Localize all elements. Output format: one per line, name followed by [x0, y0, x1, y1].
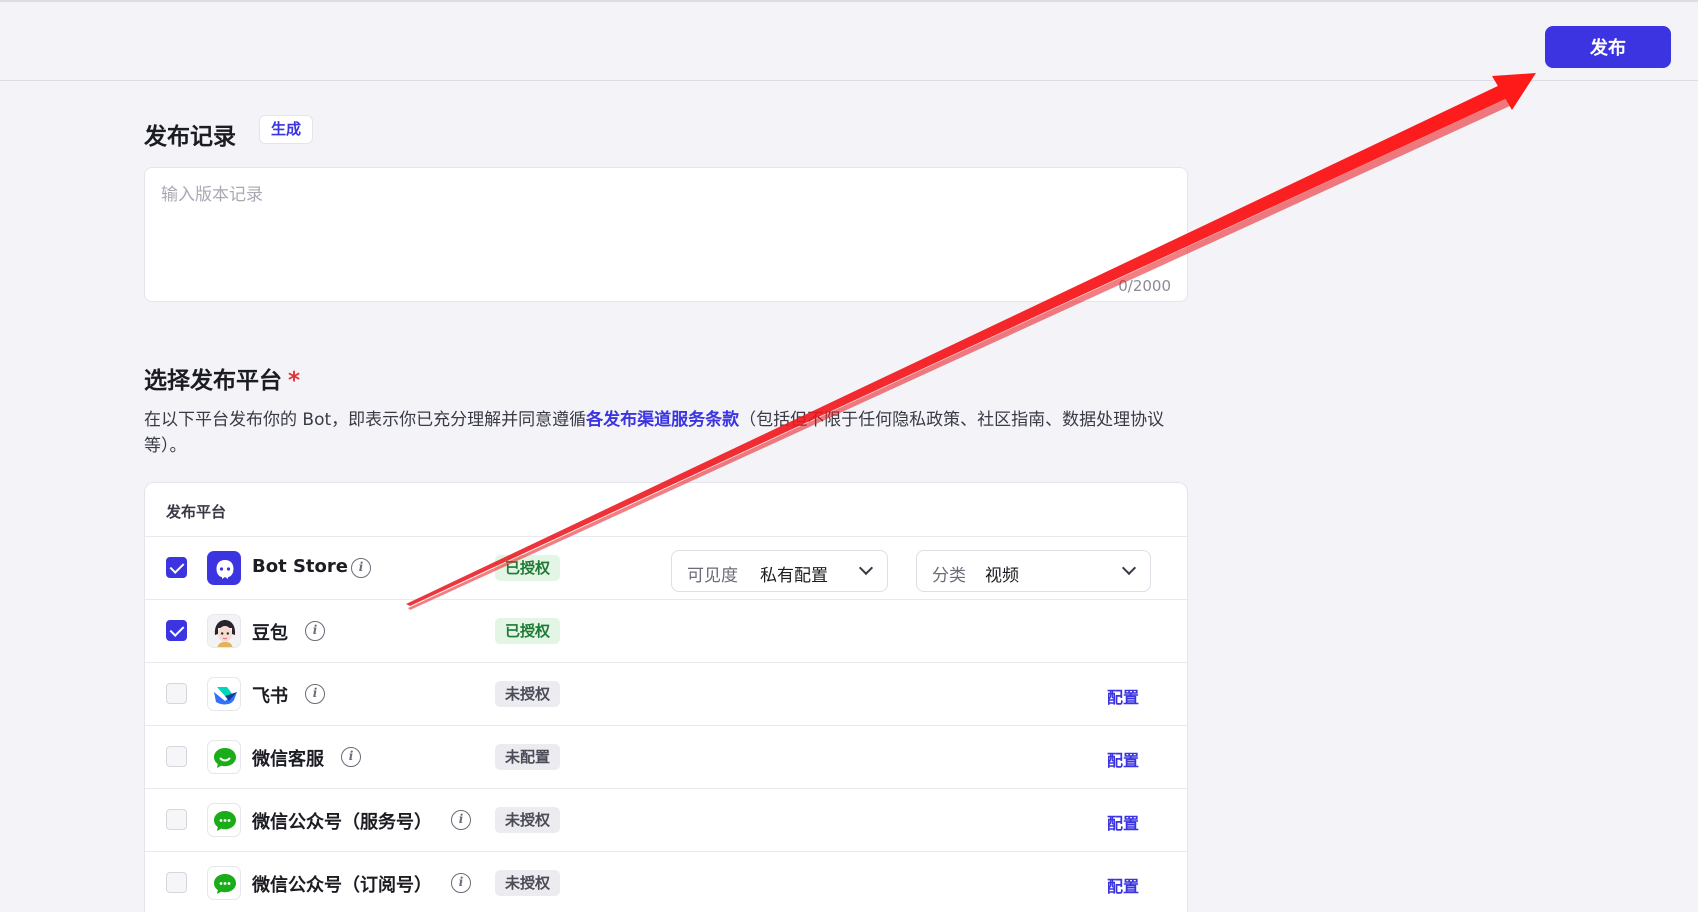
info-icon[interactable]: i [451, 810, 471, 830]
platform-name: 飞书 [252, 686, 288, 707]
version-record-box: 0/2000 [144, 167, 1188, 302]
wechat-icon [207, 866, 241, 900]
bot-store-icon [207, 551, 241, 585]
platform-checkbox[interactable] [166, 872, 187, 893]
platform-checkbox[interactable] [166, 683, 187, 704]
status-badge: 未配置 [495, 744, 561, 770]
terms-link[interactable]: 各发布渠道服务条款 [586, 410, 739, 430]
info-icon[interactable]: i [305, 621, 325, 641]
platform-name: 豆包 [252, 623, 288, 644]
platform-table: 发布平台 Bot Store i 已授权 可见度 私有配置 分类 视频 豆包 i… [144, 482, 1188, 912]
status-badge: 未授权 [495, 807, 561, 833]
configure-link[interactable]: 配置 [1107, 873, 1139, 897]
platform-row-wechat-official-subscription: 微信公众号（订阅号） i 未授权 配置 [145, 852, 1187, 912]
feishu-icon [207, 677, 241, 711]
char-counter: 0/2000 [1118, 277, 1171, 295]
publish-button[interactable]: 发布 [1545, 26, 1671, 68]
platform-checkbox[interactable] [166, 620, 187, 641]
platform-row-wechat-service: 微信客服 i 未配置 配置 [145, 726, 1187, 789]
visibility-select[interactable]: 可见度 私有配置 [671, 550, 888, 592]
chevron-down-icon [1121, 560, 1137, 576]
visibility-label: 可见度 [687, 566, 738, 586]
category-value: 视频 [985, 566, 1019, 586]
platform-section-title: 选择发布平台 * [144, 361, 300, 395]
platform-checkbox[interactable] [166, 746, 187, 767]
status-badge: 未授权 [495, 681, 561, 707]
release-record-title: 发布记录 [144, 124, 236, 150]
chevron-down-icon [858, 560, 874, 576]
platform-row-wechat-official-service: 微信公众号（服务号） i 未授权 配置 [145, 789, 1187, 852]
platform-row-feishu: 飞书 i 未授权 配置 [145, 663, 1187, 726]
wechat-icon [207, 740, 241, 774]
info-icon[interactable]: i [341, 747, 361, 767]
info-icon[interactable]: i [351, 558, 371, 578]
required-mark: * [288, 368, 301, 394]
platform-name: Bot Store [252, 556, 348, 577]
visibility-value: 私有配置 [760, 566, 828, 586]
platform-checkbox[interactable] [166, 809, 187, 830]
platform-section-title-text: 选择发布平台 [144, 368, 282, 394]
configure-link[interactable]: 配置 [1107, 684, 1139, 708]
info-icon[interactable]: i [305, 684, 325, 704]
table-header: 发布平台 [145, 483, 1187, 537]
status-badge: 已授权 [495, 618, 561, 644]
platform-checkbox[interactable] [166, 557, 187, 578]
status-badge: 已授权 [495, 555, 561, 581]
generate-button[interactable]: 生成 [259, 115, 314, 144]
platform-row-bot-store: Bot Store i 已授权 可见度 私有配置 分类 视频 [145, 537, 1187, 600]
info-icon[interactable]: i [451, 873, 471, 893]
platform-name: 微信公众号（订阅号） [252, 875, 432, 896]
platform-name: 微信客服 [252, 749, 324, 770]
category-label: 分类 [932, 566, 966, 586]
version-record-input[interactable] [161, 180, 1171, 270]
platform-row-doubao: 豆包 i 已授权 [145, 600, 1187, 663]
wechat-icon [207, 803, 241, 837]
configure-link[interactable]: 配置 [1107, 747, 1139, 771]
platform-name: 微信公众号（服务号） [252, 812, 432, 833]
configure-link[interactable]: 配置 [1107, 810, 1139, 834]
top-toolbar: 发布 [0, 0, 1698, 81]
status-badge: 未授权 [495, 870, 561, 896]
terms-text-before: 在以下平台发布你的 Bot，即表示你已充分理解并同意遵循 [144, 410, 587, 430]
category-select[interactable]: 分类 视频 [916, 550, 1151, 592]
doubao-avatar-icon [207, 614, 241, 648]
terms-description: 在以下平台发布你的 Bot，即表示你已充分理解并同意遵循各发布渠道服务条款（包括… [144, 407, 1188, 459]
